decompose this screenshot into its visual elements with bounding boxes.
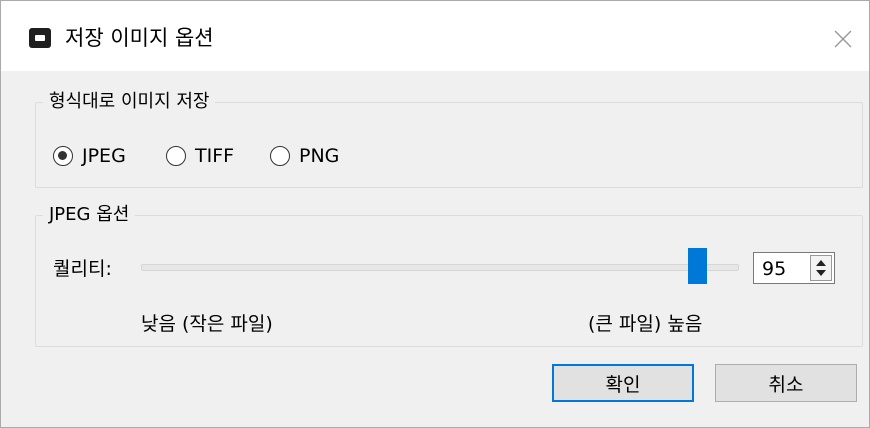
close-icon bbox=[834, 30, 852, 48]
jpeg-options-legend: JPEG 옵션 bbox=[43, 204, 136, 226]
quality-high-label: (큰 파일) 높음 bbox=[588, 313, 703, 335]
quality-slider-thumb[interactable] bbox=[688, 248, 707, 284]
spin-arrows[interactable] bbox=[810, 255, 832, 281]
window-title: 저장 이미지 옵션 bbox=[65, 26, 214, 50]
close-button[interactable] bbox=[823, 21, 863, 57]
radio-png[interactable]: PNG bbox=[270, 142, 339, 170]
ok-button[interactable]: 확인 bbox=[552, 364, 694, 402]
radio-png-label: PNG bbox=[299, 145, 340, 167]
quality-value[interactable]: 95 bbox=[762, 257, 786, 281]
title-bar[interactable]: 저장 이미지 옵션 bbox=[1, 1, 869, 71]
save-image-options-dialog: 저장 이미지 옵션 형식대로 이미지 저장 JPEG TIFF PNG JPEG… bbox=[0, 0, 870, 428]
radio-png-circle[interactable] bbox=[270, 146, 290, 166]
app-icon bbox=[29, 28, 51, 48]
quality-spinbox[interactable]: 95 bbox=[753, 252, 835, 284]
radio-tiff[interactable]: TIFF bbox=[166, 142, 234, 170]
quality-low-label: 낮음 (작은 파일) bbox=[141, 313, 273, 335]
radio-jpeg[interactable]: JPEG bbox=[53, 142, 126, 170]
quality-slider-track[interactable] bbox=[141, 264, 739, 271]
radio-jpeg-label: JPEG bbox=[82, 145, 126, 167]
spin-down-icon[interactable] bbox=[816, 270, 826, 276]
radio-tiff-label: TIFF bbox=[195, 145, 235, 167]
format-group bbox=[35, 102, 863, 188]
format-group-legend: 형식대로 이미지 저장 bbox=[43, 91, 216, 113]
cancel-button[interactable]: 취소 bbox=[715, 364, 857, 402]
quality-label: 퀄리티: bbox=[53, 258, 112, 280]
spin-up-icon[interactable] bbox=[816, 260, 826, 266]
radio-tiff-circle[interactable] bbox=[166, 146, 186, 166]
radio-jpeg-circle[interactable] bbox=[53, 146, 73, 166]
